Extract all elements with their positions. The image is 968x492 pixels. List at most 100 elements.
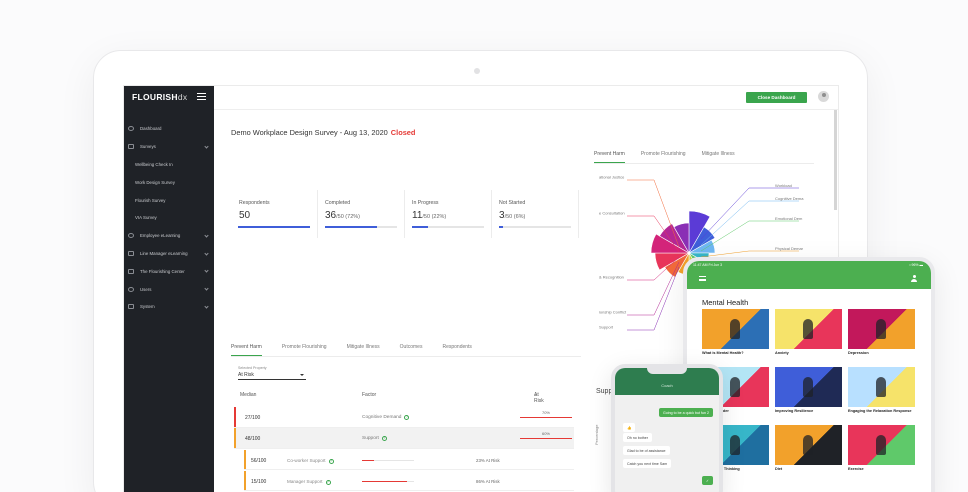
property-select[interactable]: At Risk bbox=[238, 372, 306, 380]
polar-label: Cognitive Dema bbox=[775, 196, 804, 201]
tab-promote-flourishing[interactable]: Promote Flourishing bbox=[282, 344, 327, 356]
sidebar-item[interactable]: VIA Survey bbox=[124, 209, 214, 227]
tab-prevent-harm[interactable]: Prevent Harm bbox=[231, 344, 262, 356]
chat-message: Glad to be of assistance bbox=[623, 446, 670, 455]
polar-leader bbox=[627, 266, 680, 331]
survey-title: Demo Workplace Design Survey - Aug 13, 2… bbox=[231, 128, 388, 137]
table-row[interactable]: 27/100 Cognitive Demand? 70% bbox=[234, 407, 574, 428]
tab-mitigate-illness[interactable]: Mitigate Illness bbox=[347, 344, 380, 356]
help-icon[interactable]: ? bbox=[404, 415, 410, 420]
property-value: At Risk bbox=[238, 372, 254, 378]
median-value: 48/100 bbox=[245, 436, 261, 442]
manager-icon bbox=[128, 250, 134, 256]
tablet-battery: • 96% ▬ bbox=[909, 262, 923, 267]
module-card[interactable]: Improving Resilience bbox=[775, 367, 842, 413]
scrollbar[interactable] bbox=[834, 110, 837, 210]
sidebar-item[interactable]: System bbox=[124, 298, 214, 316]
sidebar-item[interactable]: Wellbeing Check In bbox=[124, 156, 214, 174]
polar-label: Emotional Dem bbox=[775, 216, 803, 221]
module-illustration bbox=[848, 367, 915, 407]
help-icon[interactable]: ? bbox=[325, 480, 331, 485]
module-card[interactable]: Depression bbox=[848, 309, 915, 355]
module-card[interactable]: Exercise bbox=[848, 425, 915, 471]
polar-label: Support bbox=[599, 325, 614, 330]
brand-light: dx bbox=[177, 92, 188, 102]
figure-shape bbox=[876, 319, 886, 339]
sidebar-item[interactable]: Employee eLearning bbox=[124, 227, 214, 245]
tab-prevent-harm[interactable]: Prevent Harm bbox=[594, 151, 625, 163]
sidebar-item[interactable]: Dashboard bbox=[124, 120, 214, 138]
stat-suffix: /50 (22%) bbox=[422, 214, 447, 220]
chat-message: Catch you next time Sam bbox=[623, 459, 672, 468]
close-dashboard-button[interactable]: Close Dashboard bbox=[746, 92, 807, 103]
help-icon[interactable]: ? bbox=[381, 436, 387, 441]
tab-mitigate-illness[interactable]: Mitigate Illness bbox=[702, 151, 735, 163]
factor-cell: Cognitive Demand? bbox=[362, 415, 410, 420]
user-icon[interactable] bbox=[911, 275, 917, 282]
at-risk-cell: 70% bbox=[520, 410, 572, 419]
stats-row: Respondents 50 Completed 36/50 (72%) In Prog… bbox=[231, 190, 579, 238]
polar-label: Workload bbox=[775, 183, 792, 188]
sidebar-item[interactable]: The Flourishing Center bbox=[124, 262, 214, 280]
progress-fill bbox=[499, 226, 504, 228]
camera-dot bbox=[474, 68, 480, 74]
module-illustration bbox=[775, 309, 842, 349]
module-title: Anxiety bbox=[775, 351, 789, 355]
figure-shape bbox=[730, 435, 740, 455]
at-risk-bar bbox=[520, 417, 572, 419]
module-card[interactable]: Anxiety bbox=[775, 309, 842, 355]
sidebar-item[interactable]: Flourish Survey bbox=[124, 191, 214, 209]
sidebar-item[interactable]: Line Manager eLearning bbox=[124, 245, 214, 263]
brand-logo[interactable]: FLOURISHdx bbox=[132, 92, 187, 102]
menu-icon[interactable] bbox=[197, 93, 206, 100]
chat-message: ✓ bbox=[701, 476, 713, 485]
risk-indicator bbox=[234, 428, 236, 448]
table-row[interactable]: 48/100 Support? 60% bbox=[234, 428, 574, 449]
module-card[interactable]: Engaging the Relaxation Response bbox=[848, 367, 915, 413]
stat-card: Completed 36/50 (72%) bbox=[318, 190, 405, 238]
sidebar-item[interactable]: Users bbox=[124, 280, 214, 298]
factor-cell: Co-worker Support? bbox=[287, 458, 334, 464]
tab-outcomes[interactable]: Outcomes bbox=[400, 344, 423, 356]
tablet-time: 11:47 AM Fri Jun 3 bbox=[693, 262, 723, 267]
module-illustration bbox=[775, 425, 842, 465]
table-subrow[interactable]: 56/100 Co-worker Support? 23% At Risk bbox=[244, 450, 574, 470]
support-title: Supp bbox=[596, 388, 613, 395]
module-title: Improving Resilience bbox=[775, 409, 814, 413]
polar-label: & Recognition bbox=[599, 275, 624, 280]
progress-bar bbox=[412, 226, 484, 228]
median-value: 15/100 bbox=[251, 479, 267, 485]
col-factor[interactable]: Factor bbox=[362, 392, 376, 398]
at-risk-cell: 60% bbox=[520, 431, 572, 440]
sidebar-item-label: VIA Survey bbox=[135, 215, 157, 221]
module-title: What is Mental Health? bbox=[702, 351, 744, 355]
figure-shape bbox=[730, 377, 740, 397]
stat-label: Completed bbox=[325, 200, 351, 206]
center-icon bbox=[128, 268, 134, 274]
page-title: Demo Workplace Design Survey - Aug 13, 2… bbox=[231, 128, 415, 137]
figure-shape bbox=[803, 377, 813, 397]
tab-respondents[interactable]: Respondents bbox=[442, 344, 471, 356]
module-card[interactable]: What is Mental Health? bbox=[702, 309, 769, 355]
sidebar-item-label: Surveys bbox=[140, 144, 156, 150]
table-subrow[interactable]: 15/100 Manager Support? 86% At Risk bbox=[244, 471, 574, 491]
sidebar-item[interactable]: Work Design Survey bbox=[124, 173, 214, 191]
module-card[interactable]: Diet bbox=[775, 425, 842, 471]
progress-bar bbox=[499, 226, 571, 228]
menu-icon[interactable] bbox=[699, 276, 706, 281]
stat-card: In Progress 11/50 (22%) bbox=[405, 190, 492, 238]
chat-message: Going to be a quick but fun 2 bbox=[659, 408, 713, 417]
progress-fill bbox=[325, 226, 377, 228]
sidebar-item[interactable]: Surveys bbox=[124, 138, 214, 156]
phone-notch bbox=[647, 368, 687, 374]
sidebar: FLOURISHdx Dashboard Surveys Wellbeing Che… bbox=[124, 86, 214, 492]
sidebar-item-label: The Flourishing Center bbox=[140, 268, 185, 274]
col-median[interactable]: Median bbox=[240, 392, 256, 398]
stat-number: 36 bbox=[325, 210, 337, 221]
tab-promote-flourishing[interactable]: Promote Flourishing bbox=[641, 151, 686, 163]
factor-name: Cognitive Demand bbox=[362, 415, 402, 420]
sidebar-item-label: Dashboard bbox=[140, 126, 162, 132]
phone-device: Coach Going to be a quick but fun 2 👍 Oh n… bbox=[611, 364, 723, 492]
avatar[interactable] bbox=[818, 91, 829, 102]
help-icon[interactable]: ? bbox=[328, 459, 334, 464]
